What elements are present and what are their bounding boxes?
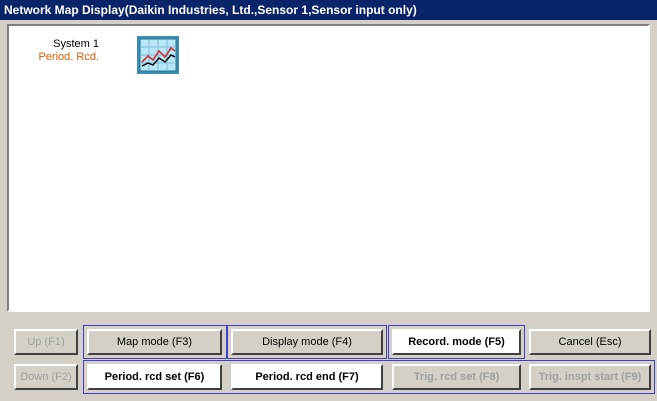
display-mode-button[interactable]: Display mode (F4) bbox=[231, 329, 383, 355]
trig-rcd-set-button[interactable]: Trig. rcd set (F8) bbox=[392, 364, 521, 390]
node-name: System 1 bbox=[53, 38, 99, 50]
period-rcd-end-button[interactable]: Period. rcd end (F7) bbox=[231, 364, 383, 390]
node-status: Period. Rcd. bbox=[38, 51, 99, 63]
chart-icon[interactable] bbox=[137, 36, 179, 74]
map-mode-button[interactable]: Map mode (F3) bbox=[87, 329, 222, 355]
period-rcd-set-button[interactable]: Period. rcd set (F6) bbox=[87, 364, 222, 390]
down-button[interactable]: Down (F2) bbox=[14, 364, 78, 390]
network-map-area[interactable]: System 1 Period. Rcd. bbox=[7, 24, 650, 312]
record-mode-button[interactable]: Record. mode (F5) bbox=[392, 329, 521, 355]
trig-inspt-start-button[interactable]: Trig. inspt start (F9) bbox=[529, 364, 651, 390]
up-button[interactable]: Up (F1) bbox=[14, 329, 78, 355]
window-title: Network Map Display(Daikin Industries, L… bbox=[0, 0, 657, 20]
cancel-button[interactable]: Cancel (Esc) bbox=[529, 329, 651, 355]
